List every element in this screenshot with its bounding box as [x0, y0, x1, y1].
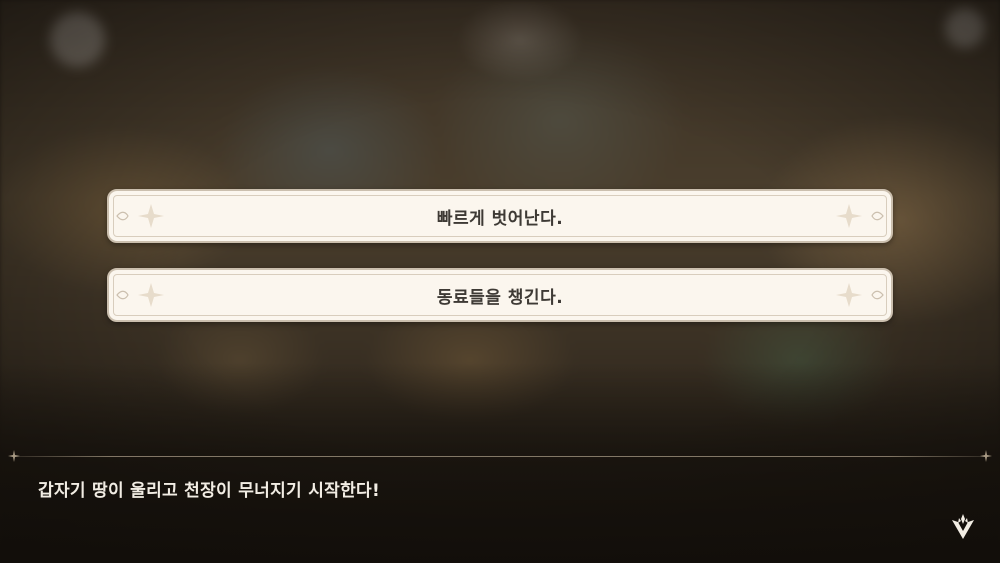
choice-label: 동료들을 챙긴다.: [436, 287, 564, 308]
dialogue-backdrop: [0, 363, 1000, 563]
sparkle-ornament-icon: [116, 283, 164, 307]
sparkle-ornament-icon: [836, 204, 884, 228]
dialogue-text: 갑자기 땅이 울리고 천장이 무너지기 시작한다!: [38, 481, 381, 501]
four-point-star-icon: [8, 450, 20, 462]
advance-arrow-icon[interactable]: [950, 512, 976, 540]
choice-label: 빠르게 벗어난다.: [436, 208, 564, 229]
dialogue-divider: [14, 456, 986, 457]
choice-button-escape[interactable]: 빠르게 벗어난다.: [107, 189, 893, 243]
sparkle-ornament-icon: [116, 204, 164, 228]
choice-button-allies[interactable]: 동료들을 챙긴다.: [107, 268, 893, 322]
four-point-star-icon: [980, 450, 992, 462]
sparkle-ornament-icon: [836, 283, 884, 307]
